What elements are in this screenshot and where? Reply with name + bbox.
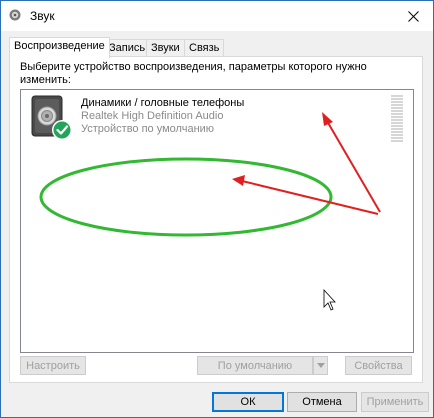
playback-panel: Выберите устройство воспроизведения, пар… [9,56,423,383]
device-status: Устройство по умолчанию [81,123,215,135]
cancel-button[interactable]: Отмена [287,392,357,412]
set-default-button[interactable]: По умолчанию [197,356,313,375]
configure-button[interactable]: Настроить [20,356,86,375]
cancel-label: Отмена [302,396,342,408]
set-default-label: По умолчанию [217,359,293,372]
tab-label: Воспроизведение [14,40,105,52]
tab-recording[interactable]: Запись [104,39,151,56]
tab-playback[interactable]: Воспроизведение [9,37,110,58]
set-default-dropdown[interactable] [313,356,328,375]
properties-label: Свойства [354,359,403,372]
device-list-item[interactable]: Динамики / головные телефоны Realtek Hig… [21,90,413,144]
ok-label: ОК [240,396,256,408]
tab-sounds[interactable]: Звуки [146,39,185,56]
speaker-round-icon [9,9,21,21]
ok-button[interactable]: ОК [212,392,284,412]
instruction-text: Выберите устройство воспроизведения, пар… [20,61,367,86]
sound-dialog: Звук Воспроизведение Запись Звуки Связь … [0,0,434,418]
tab-label: Связь [189,42,220,54]
default-check-icon [52,120,72,140]
tab-label: Звуки [151,42,180,54]
apply-label: Применить [366,396,424,408]
close-icon [407,10,419,22]
close-button[interactable] [393,1,433,31]
window-title: Звук [30,9,55,23]
configure-label: Настроить [26,359,80,372]
tab-label: Запись [109,42,146,54]
device-driver: Realtek High Definition Audio [81,110,224,122]
device-name: Динамики / головные телефоны [81,97,245,109]
properties-button[interactable]: Свойства [345,356,412,375]
apply-button[interactable]: Применить [361,392,429,412]
volume-level-meter [391,95,403,143]
chevron-down-icon [316,363,325,368]
speaker-icon [31,95,72,140]
tab-communications[interactable]: Связь [184,39,225,56]
title-bar[interactable]: Звук [1,1,433,31]
device-list[interactable]: Динамики / головные телефоны Realtek Hig… [20,89,414,353]
